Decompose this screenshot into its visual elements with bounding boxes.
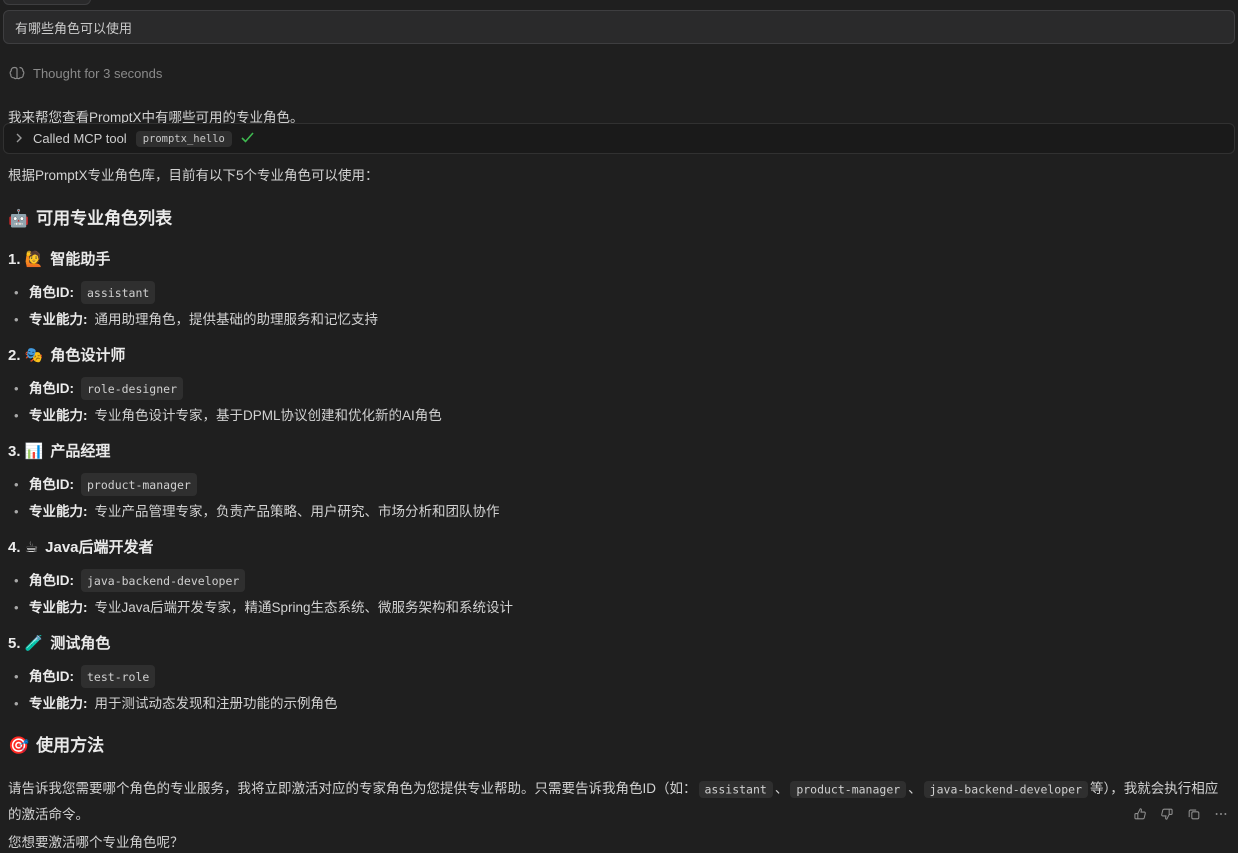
raising-hand-icon: 🙋 [25, 251, 44, 268]
mcp-tool-label: Called MCP tool [33, 131, 127, 146]
inline-code-java-backend-developer: java-backend-developer [924, 781, 1088, 798]
user-message-text: 有哪些角色可以使用 [15, 18, 132, 37]
usage-paragraph: 请告诉我您需要哪个角色的专业服务，我将立即激活对应的专家角色为您提供专业帮助。只… [8, 776, 1230, 827]
role-id-item: •角色ID:assistant [14, 281, 1230, 304]
role-props-test-role: •角色ID:test-role •专业能力:用于测试动态发现和注册功能的示例角色 [8, 665, 1230, 714]
bar-chart-icon: 📊 [25, 443, 44, 460]
role-id-code: test-role [81, 665, 155, 688]
role-capability-item: •专业能力:专业Java后端开发专家，精通Spring生态系统、微服务架构和系统… [14, 598, 1230, 618]
mcp-tool-name-badge: promptx_hello [136, 131, 232, 147]
role-heading-product-manager: 3. 📊产品经理 [8, 441, 1230, 462]
role-id-code: role-designer [81, 377, 183, 400]
role-props-assistant: •角色ID:assistant •专业能力:通用助理角色，提供基础的助理服务和记… [8, 281, 1230, 330]
role-props-java-backend-developer: •角色ID:java-backend-developer •专业能力:专业Jav… [8, 569, 1230, 618]
assistant-response: 根据PromptX专业角色库，目前有以下5个专业角色可以使用： 🤖可用专业角色列… [8, 166, 1230, 853]
message-actions [1133, 807, 1228, 821]
role-id-item: •角色ID:test-role [14, 665, 1230, 688]
inline-code-product-manager: product-manager [790, 781, 906, 798]
copy-icon[interactable] [1187, 807, 1201, 821]
role-id-item: •角色ID:product-manager [14, 473, 1230, 496]
bullet-icon: • [14, 406, 22, 426]
thumbs-down-icon[interactable] [1160, 807, 1174, 821]
role-id-item: •角色ID:java-backend-developer [14, 569, 1230, 592]
bullet-icon: • [14, 310, 22, 330]
role-heading-role-designer: 2. 🎭角色设计师 [8, 345, 1230, 366]
test-tube-icon: 🧪 [25, 635, 44, 652]
thought-toggle[interactable]: Thought for 3 seconds [9, 63, 162, 83]
previous-message-partial [3, 0, 91, 5]
result-intro-text: 根据PromptX专业角色库，目前有以下5个专业角色可以使用： [8, 166, 1230, 186]
role-id-item: •角色ID:role-designer [14, 377, 1230, 400]
thought-label: Thought for 3 seconds [33, 66, 162, 81]
role-id-code: java-backend-developer [81, 569, 245, 592]
bullet-icon: • [14, 598, 22, 618]
role-props-role-designer: •角色ID:role-designer •专业能力:专业角色设计专家，基于DPM… [8, 377, 1230, 426]
masks-icon: 🎭 [25, 347, 44, 364]
role-capability-item: •专业能力:专业角色设计专家，基于DPML协议创建和优化新的AI角色 [14, 406, 1230, 426]
brain-icon [9, 66, 25, 80]
role-capability-item: •专业能力:用于测试动态发现和注册功能的示例角色 [14, 694, 1230, 714]
bullet-icon: • [14, 475, 22, 495]
usage-section-heading: 🎯使用方法 [8, 734, 1230, 758]
bullet-icon: • [14, 283, 22, 303]
bullet-icon: • [14, 571, 22, 591]
inline-code-assistant: assistant [699, 781, 773, 798]
chat-panel: { "user_message": { "text": "有哪些角色可以使用" … [0, 0, 1238, 827]
chevron-right-icon [14, 131, 24, 146]
check-icon [241, 131, 254, 146]
role-heading-java-backend-developer: 4. ☕Java后端开发者 [8, 537, 1230, 558]
role-props-product-manager: •角色ID:product-manager •专业能力:专业产品管理专家，负责产… [8, 473, 1230, 522]
role-id-code: assistant [81, 281, 155, 304]
role-heading-test-role: 5. 🧪测试角色 [8, 633, 1230, 654]
robot-icon: 🤖 [8, 209, 29, 228]
bullet-icon: • [14, 667, 22, 687]
role-id-code: product-manager [81, 473, 197, 496]
user-message-box[interactable]: 有哪些角色可以使用 [3, 10, 1235, 44]
coffee-icon: ☕ [25, 539, 38, 556]
role-capability-item: •专业能力:通用助理角色，提供基础的助理服务和记忆支持 [14, 310, 1230, 330]
role-heading-assistant: 1. 🙋智能助手 [8, 249, 1230, 270]
roles-section-heading: 🤖可用专业角色列表 [8, 207, 1230, 231]
mcp-tool-call[interactable]: Called MCP tool promptx_hello [3, 123, 1235, 154]
closing-question: 您想要激活哪个专业角色呢？ [8, 833, 1230, 853]
bullet-icon: • [14, 694, 22, 714]
more-icon[interactable] [1214, 807, 1228, 821]
bullet-icon: • [14, 502, 22, 522]
role-capability-item: •专业能力:专业产品管理专家，负责产品策略、用户研究、市场分析和团队协作 [14, 502, 1230, 522]
bullet-icon: • [14, 379, 22, 399]
thumbs-up-icon[interactable] [1133, 807, 1147, 821]
dart-target-icon: 🎯 [8, 736, 29, 755]
